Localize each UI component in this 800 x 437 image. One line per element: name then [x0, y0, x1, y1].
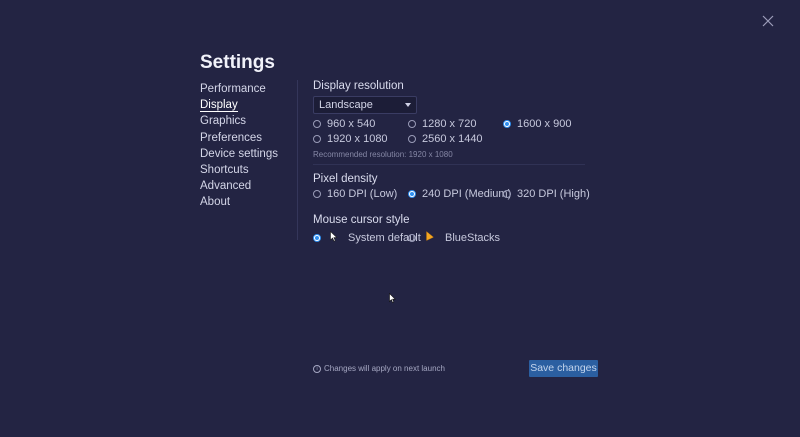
resolution-option-960x540[interactable]: 960 x 540 [313, 118, 375, 130]
chevron-down-icon [405, 103, 411, 107]
nav-item-performance[interactable]: Performance [200, 81, 278, 97]
mouse-pointer-icon [389, 290, 396, 308]
radio-icon [313, 120, 321, 128]
nav-item-display[interactable]: Display [200, 97, 278, 113]
display-resolution-label: Display resolution [313, 80, 404, 92]
pixel-density-label: Pixel density [313, 173, 378, 185]
settings-nav: Performance Display Graphics Preferences… [200, 81, 278, 211]
radio-icon [313, 190, 321, 198]
density-option-240[interactable]: 240 DPI (Medium) [408, 188, 511, 200]
section-divider [313, 164, 585, 165]
orientation-select[interactable]: Landscape [313, 96, 417, 114]
cursor-option-bluestacks[interactable]: BlueStacks [408, 230, 500, 245]
nav-item-graphics[interactable]: Graphics [200, 113, 278, 129]
orientation-value: Landscape [319, 99, 373, 111]
save-changes-button[interactable]: Save changes [529, 360, 598, 377]
nav-item-shortcuts[interactable]: Shortcuts [200, 162, 278, 178]
radio-selected-icon [503, 120, 511, 128]
radio-icon [408, 120, 416, 128]
nav-item-preferences[interactable]: Preferences [200, 130, 278, 146]
resolution-option-1600x900[interactable]: 1600 x 900 [503, 118, 571, 130]
nav-item-about[interactable]: About [200, 194, 278, 210]
nav-item-device-settings[interactable]: Device settings [200, 146, 278, 162]
radio-icon [408, 234, 416, 242]
nav-item-advanced[interactable]: Advanced [200, 178, 278, 194]
page-title: Settings [200, 52, 275, 73]
radio-selected-icon [408, 190, 416, 198]
close-icon[interactable] [762, 15, 774, 27]
cursor-option-system-default[interactable]: System default [313, 230, 421, 245]
arrow-cursor-icon [330, 230, 338, 245]
density-option-160[interactable]: 160 DPI (Low) [313, 188, 397, 200]
nav-divider [297, 80, 298, 240]
radio-icon [313, 135, 321, 143]
resolution-option-1920x1080[interactable]: 1920 x 1080 [313, 133, 388, 145]
cursor-style-label: Mouse cursor style [313, 214, 410, 226]
apply-on-launch-note: i Changes will apply on next launch [313, 364, 445, 373]
density-option-320[interactable]: 320 DPI (High) [503, 188, 590, 200]
bluestacks-cursor-icon [426, 230, 434, 245]
radio-selected-icon [313, 234, 321, 242]
resolution-option-2560x1440[interactable]: 2560 x 1440 [408, 133, 483, 145]
radio-icon [503, 190, 511, 198]
info-icon: i [313, 364, 321, 373]
radio-icon [408, 135, 416, 143]
resolution-option-1280x720[interactable]: 1280 x 720 [408, 118, 476, 130]
recommended-resolution-hint: Recommended resolution: 1920 x 1080 [313, 150, 453, 159]
